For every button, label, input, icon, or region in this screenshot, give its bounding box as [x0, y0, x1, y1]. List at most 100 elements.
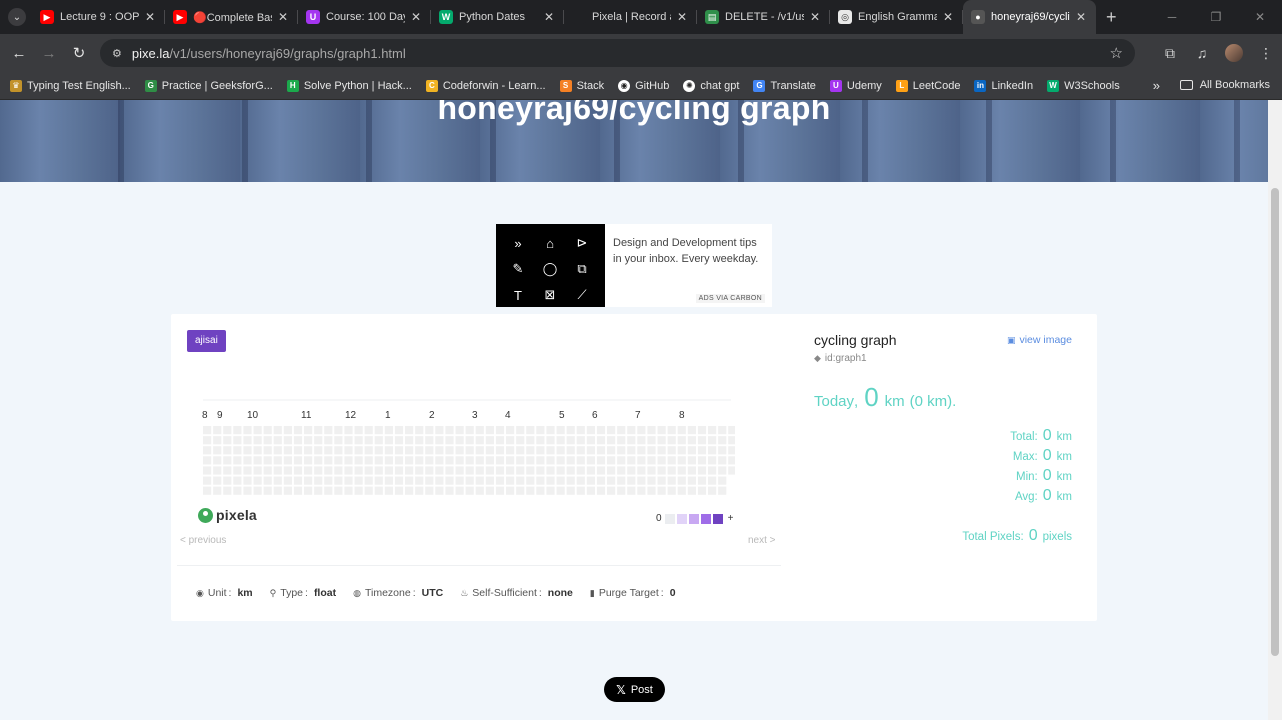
heatmap-cell[interactable]: [526, 456, 535, 465]
heatmap-cell[interactable]: [354, 446, 363, 455]
heatmap-cell[interactable]: [233, 456, 242, 465]
heatmap-cell[interactable]: [354, 436, 363, 445]
browser-tab[interactable]: W Python Dates ✕: [431, 0, 564, 34]
heatmap-cell[interactable]: [283, 436, 292, 445]
heatmap-cell[interactable]: [324, 456, 333, 465]
heatmap-cell[interactable]: [243, 456, 252, 465]
heatmap-cell[interactable]: [627, 436, 636, 445]
tab-close-icon[interactable]: ✕: [542, 10, 556, 24]
view-image-link[interactable]: ▣ view image: [1007, 334, 1072, 346]
browser-tab[interactable]: ◎ English Grammar ✕: [830, 0, 963, 34]
address-bar[interactable]: ⚙ pixe.la /v1/users/honeyraj69/graphs/gr…: [100, 39, 1135, 67]
heatmap-cell[interactable]: [718, 466, 727, 475]
heatmap-cell[interactable]: [697, 476, 707, 485]
heatmap-cell[interactable]: [415, 436, 424, 445]
heatmap-cell[interactable]: [334, 476, 343, 485]
heatmap-cell[interactable]: [243, 446, 252, 455]
heatmap-cell[interactable]: [677, 446, 686, 455]
heatmap-cell[interactable]: [273, 426, 282, 435]
heatmap-cell[interactable]: [405, 426, 414, 435]
heatmap-cell[interactable]: [667, 486, 676, 495]
heatmap-cell[interactable]: [586, 446, 595, 455]
heatmap-cell[interactable]: [728, 426, 735, 435]
heatmap-cell[interactable]: [344, 486, 353, 495]
tab-search-icon[interactable]: ⌄: [8, 8, 26, 26]
heatmap-cell[interactable]: [435, 486, 444, 495]
heatmap-cell[interactable]: [213, 456, 222, 465]
heatmap-cell[interactable]: [566, 476, 575, 485]
heatmap-cell[interactable]: [627, 476, 636, 485]
heatmap-cell[interactable]: [384, 466, 393, 475]
heatmap-cell[interactable]: [687, 456, 696, 465]
heatmap-cell[interactable]: [566, 426, 575, 435]
heatmap-cell[interactable]: [728, 446, 735, 455]
heatmap-cell[interactable]: [253, 446, 262, 455]
heatmap-cell[interactable]: [667, 426, 676, 435]
heatmap-cell[interactable]: [334, 436, 343, 445]
heatmap-cell[interactable]: [344, 436, 353, 445]
bookmark-item[interactable]: H Solve Python | Hack...: [286, 79, 412, 92]
heatmap-cell[interactable]: [495, 476, 505, 485]
heatmap-cell[interactable]: [394, 486, 404, 495]
heatmap-cell[interactable]: [445, 486, 454, 495]
heatmap-cell[interactable]: [213, 476, 222, 485]
tab-close-icon[interactable]: ✕: [675, 10, 689, 24]
heatmap-cell[interactable]: [566, 456, 575, 465]
heatmap-cell[interactable]: [526, 466, 535, 475]
next-link[interactable]: next >: [748, 535, 776, 546]
heatmap-cell[interactable]: [283, 466, 292, 475]
heatmap-cell[interactable]: [203, 486, 212, 495]
heatmap-cell[interactable]: [263, 426, 272, 435]
heatmap-cell[interactable]: [344, 446, 353, 455]
heatmap-cell[interactable]: [263, 446, 272, 455]
heatmap-cell[interactable]: [384, 426, 393, 435]
heatmap-cell[interactable]: [405, 436, 414, 445]
heatmap-cell[interactable]: [243, 466, 252, 475]
browser-tab[interactable]: U Course: 100 Days ✕: [298, 0, 431, 34]
heatmap-cell[interactable]: [627, 456, 636, 465]
bookmark-item[interactable]: G Translate: [753, 79, 816, 92]
heatmap-cell[interactable]: [647, 466, 656, 475]
heatmap-cell[interactable]: [526, 476, 535, 485]
heatmap-cell[interactable]: [445, 436, 454, 445]
heatmap-cell[interactable]: [576, 466, 585, 475]
heatmap-cell[interactable]: [586, 456, 595, 465]
heatmap-cell[interactable]: [203, 436, 212, 445]
heatmap-cell[interactable]: [273, 476, 282, 485]
heatmap-cell[interactable]: [354, 456, 363, 465]
heatmap-cell[interactable]: [718, 446, 727, 455]
heatmap-cell[interactable]: [203, 456, 212, 465]
heatmap-cell[interactable]: [283, 476, 292, 485]
heatmap-cell[interactable]: [667, 436, 676, 445]
heatmap-cell[interactable]: [586, 466, 595, 475]
browser-tab[interactable]: ▶ Lecture 9 : OOPS ✕: [32, 0, 165, 34]
heatmap-cell[interactable]: [243, 426, 252, 435]
heatmap-cell[interactable]: [415, 486, 424, 495]
heatmap-cell[interactable]: [586, 436, 595, 445]
heatmap-cell[interactable]: [495, 486, 505, 495]
heatmap-cell[interactable]: [243, 436, 252, 445]
heatmap-cell[interactable]: [708, 426, 717, 435]
heatmap-cell[interactable]: [677, 456, 686, 465]
heatmap-cell[interactable]: [607, 426, 616, 435]
heatmap-cell[interactable]: [708, 466, 717, 475]
heatmap-cell[interactable]: [596, 446, 606, 455]
heatmap-cell[interactable]: [455, 486, 464, 495]
heatmap-cell[interactable]: [223, 476, 232, 485]
heatmap-cell[interactable]: [677, 436, 686, 445]
heatmap-cell[interactable]: [637, 426, 646, 435]
heatmap-cell[interactable]: [647, 476, 656, 485]
site-info-icon[interactable]: ⚙: [112, 47, 122, 60]
heatmap-cell[interactable]: [344, 476, 353, 485]
heatmap-cell[interactable]: [485, 476, 494, 485]
heatmap-cell[interactable]: [677, 476, 686, 485]
heatmap-cell[interactable]: [293, 436, 303, 445]
heatmap-cell[interactable]: [233, 486, 242, 495]
heatmap-cell[interactable]: [213, 436, 222, 445]
heatmap-cell[interactable]: [506, 436, 515, 445]
heatmap-cell[interactable]: [445, 476, 454, 485]
heatmap-cell[interactable]: [455, 476, 464, 485]
heatmap-cell[interactable]: [445, 466, 454, 475]
page-scrollbar[interactable]: [1268, 100, 1282, 720]
heatmap-cell[interactable]: [677, 486, 686, 495]
